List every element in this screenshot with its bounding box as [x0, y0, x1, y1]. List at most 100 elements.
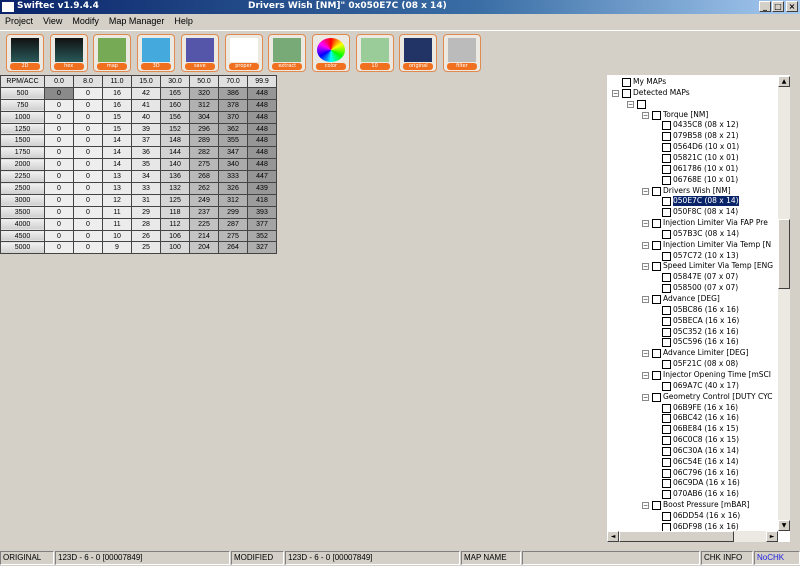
collapse-icon[interactable]: − [642, 393, 649, 401]
table-cell[interactable]: 340 [218, 158, 248, 172]
tree-node[interactable]: − Geometry Control [DUTY CYC [607, 392, 790, 403]
menu-project[interactable]: Project [0, 14, 38, 29]
toolbar-save-button[interactable]: save [180, 34, 219, 72]
table-cell[interactable]: 0 [44, 122, 74, 136]
table-cell[interactable]: 10 [102, 229, 132, 243]
table-cell[interactable]: 13 [102, 170, 132, 184]
table-cell[interactable]: 448 [247, 110, 277, 124]
table-cell[interactable]: 355 [218, 134, 248, 148]
tree-leaf[interactable]: 070AB6 (16 x 16) [607, 489, 790, 500]
table-cell[interactable]: 29 [131, 205, 161, 219]
tree-node[interactable]: − Speed Limiter Via Temp [ENG [607, 261, 790, 272]
table-cell[interactable]: 439 [247, 182, 277, 195]
table-cell[interactable]: 14 [102, 134, 132, 148]
table-cell[interactable]: 31 [131, 193, 161, 207]
checkbox[interactable] [652, 392, 661, 402]
table-cell[interactable]: 275 [218, 229, 248, 243]
checkbox[interactable] [662, 338, 671, 348]
tree-leaf[interactable]: 079B58 (08 x 21) [607, 131, 790, 142]
table-cell[interactable]: 204 [189, 241, 219, 255]
table-cell[interactable]: 100 [160, 241, 190, 255]
tree-leaf[interactable]: 06768E (10 x 01) [607, 175, 790, 186]
table-cell[interactable]: 0 [73, 229, 103, 243]
checkbox[interactable] [652, 501, 661, 511]
checkbox[interactable] [662, 284, 671, 294]
table-cell[interactable]: 144 [160, 146, 190, 160]
table-cell[interactable]: 0 [73, 182, 103, 195]
minimize-button[interactable]: _ [759, 1, 771, 12]
tree-leaf[interactable]: 058500 (07 x 07) [607, 283, 790, 294]
collapse-icon[interactable]: − [642, 263, 649, 271]
table-cell[interactable]: 0 [73, 170, 103, 184]
checkbox[interactable] [662, 490, 671, 500]
tree-node[interactable]: − Torque [NM] [607, 110, 790, 121]
table-cell[interactable]: 370 [218, 110, 248, 124]
toolbar-3d-button[interactable]: 3D [137, 34, 176, 72]
scroll-thumb[interactable] [778, 219, 790, 289]
menu-help[interactable]: Help [169, 14, 198, 29]
table-cell[interactable]: 448 [247, 134, 277, 148]
tree-leaf[interactable]: 05BECA (16 x 16) [607, 316, 790, 327]
table-cell[interactable]: 0 [44, 205, 74, 219]
checkbox[interactable] [662, 273, 671, 283]
tree-leaf[interactable]: 050F8C (08 x 14) [607, 207, 790, 218]
table-cell[interactable]: 12 [102, 193, 132, 207]
tree-leaf[interactable]: 0435C8 (08 x 12) [607, 120, 790, 131]
menu-view[interactable]: View [38, 14, 67, 29]
table-cell[interactable]: 275 [189, 158, 219, 172]
table-cell[interactable]: 377 [247, 217, 277, 231]
table-cell[interactable]: 0 [44, 182, 74, 195]
tree-leaf[interactable]: 06BE84 (16 x 15) [607, 424, 790, 435]
tree-node[interactable]: − Injection Limiter Via FAP Pre [607, 218, 790, 229]
table-cell[interactable]: 327 [247, 241, 277, 255]
table-cell[interactable]: 362 [218, 122, 248, 136]
hscroll-thumb[interactable] [619, 531, 734, 542]
table-cell[interactable]: 0 [44, 241, 74, 255]
toolbar-color-button[interactable]: color [311, 34, 350, 72]
checkbox[interactable] [662, 457, 671, 467]
tree-leaf[interactable]: 05821C (10 x 01) [607, 153, 790, 164]
table-cell[interactable]: 0 [44, 146, 74, 160]
table-cell[interactable]: 0 [44, 193, 74, 207]
checkbox[interactable] [662, 153, 671, 163]
table-cell[interactable]: 11 [102, 205, 132, 219]
checkbox[interactable] [662, 360, 671, 370]
table-cell[interactable]: 0 [73, 158, 103, 172]
tree-leaf[interactable]: 05BC86 (16 x 16) [607, 305, 790, 316]
checkbox[interactable] [662, 229, 671, 239]
table-cell[interactable]: 165 [160, 86, 190, 100]
table-cell[interactable]: 112 [160, 217, 190, 231]
table-cell[interactable]: 0 [73, 98, 103, 112]
tree-leaf[interactable]: 06C54E (16 x 14) [607, 457, 790, 468]
checkbox[interactable] [652, 349, 661, 359]
table-cell[interactable]: 447 [247, 170, 277, 184]
table-cell[interactable]: 9 [102, 241, 132, 255]
tree-leaf[interactable]: 06C30A (16 x 14) [607, 446, 790, 457]
checkbox[interactable] [662, 316, 671, 326]
table-cell[interactable]: 264 [218, 241, 248, 255]
checkbox[interactable] [662, 479, 671, 489]
checkbox[interactable] [662, 208, 671, 218]
tree-leaf[interactable]: 06C0C8 (16 x 15) [607, 435, 790, 446]
scroll-down-button[interactable]: ▼ [778, 520, 790, 531]
table-cell[interactable]: 386 [218, 86, 248, 100]
checkbox[interactable] [662, 414, 671, 424]
collapse-icon[interactable]: − [642, 220, 649, 228]
checkbox[interactable] [652, 186, 661, 196]
table-cell[interactable]: 352 [247, 229, 277, 243]
tree-leaf[interactable]: 057C72 (10 x 13) [607, 251, 790, 262]
checkbox[interactable] [637, 99, 646, 109]
table-cell[interactable]: 132 [160, 182, 190, 195]
table-cell[interactable]: 393 [247, 205, 277, 219]
scroll-left-button[interactable]: ◄ [607, 531, 619, 542]
tree-node[interactable]: − Advance Limiter [DEG] [607, 348, 790, 359]
tree-leaf[interactable]: 05C352 (16 x 16) [607, 327, 790, 338]
table-cell[interactable]: 34 [131, 170, 161, 184]
tree-leaf[interactable]: 057B3C (08 x 14) [607, 229, 790, 240]
toolbar-extract-button[interactable]: extract [268, 34, 307, 72]
tree-node[interactable]: My MAPs [607, 77, 790, 88]
scroll-right-button[interactable]: ► [766, 531, 778, 542]
table-cell[interactable]: 299 [218, 205, 248, 219]
tree-node[interactable]: − Injector Opening Time [mSCI [607, 370, 790, 381]
toolbar-2d-button[interactable]: 2D [6, 34, 44, 72]
